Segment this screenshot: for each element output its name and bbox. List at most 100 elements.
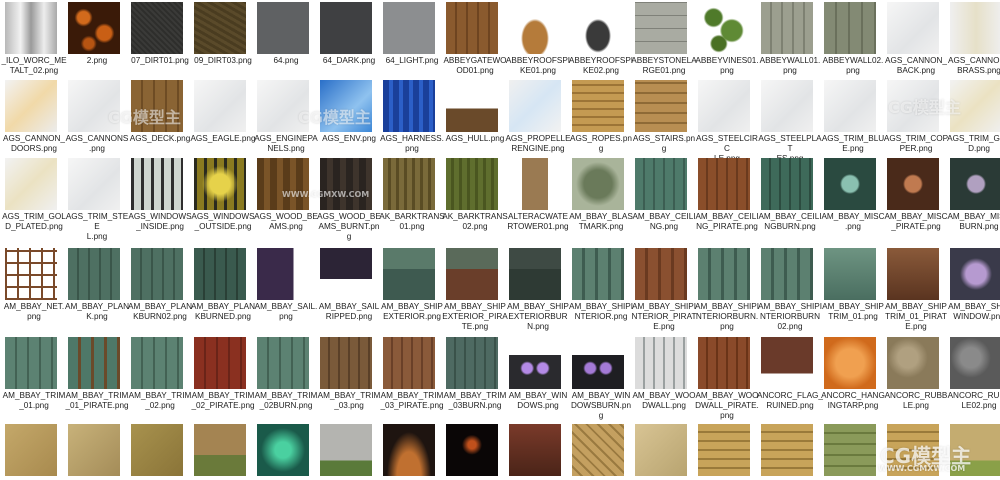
texture-file-item[interactable]: 64_LIGHT.png — [383, 2, 446, 82]
texture-file-item[interactable]: 07_DIRT01.png — [131, 2, 194, 82]
texture-file-item[interactable]: AGS_TRIM_GOL D_PLATED.png — [2, 158, 68, 238]
texture-file-item[interactable] — [446, 424, 509, 480]
texture-file-item[interactable]: AM_BBAY_WOO DWALL.png — [632, 337, 698, 417]
watermark-url: WWW.CGMXW.COM — [878, 464, 966, 473]
texture-file-item[interactable]: ABBEYROOFSPI KE01.png — [506, 2, 572, 82]
texture-file-item[interactable]: ABBEYSTONELA RGE01.png — [631, 2, 698, 82]
texture-file-item[interactable] — [131, 424, 194, 480]
texture-file-item[interactable]: AGS_CANNON_ BACK.png — [885, 2, 950, 82]
texture-file-item[interactable]: AM_BBAY_PLAN KBURN02.png — [128, 248, 194, 328]
texture-file-item[interactable] — [761, 424, 824, 480]
texture-file-item[interactable]: AK_BARKTRANS 01.png — [379, 158, 446, 238]
texture-thumbnail — [131, 158, 183, 210]
texture-file-item[interactable]: AM_BBAY_SHIPI NTERIOR.png — [569, 248, 635, 328]
texture-file-item[interactable]: ABBEYROOFSPI KE02.png — [569, 2, 635, 82]
texture-file-item[interactable]: AM_BBAY_TRIM _02_PIRATE.png — [191, 337, 257, 417]
texture-file-item[interactable]: AM_BBAY_BLAS TMARK.png — [569, 158, 635, 238]
texture-thumbnail — [320, 248, 372, 300]
texture-file-item[interactable]: AGS_ROPES.pn g — [570, 80, 635, 160]
texture-file-item[interactable]: ABBEYGATEWO OD01.png — [443, 2, 509, 82]
texture-file-item[interactable]: AM_BBAY_CEILI NG.png — [632, 158, 698, 238]
texture-file-item[interactable]: AM_BBAY_WIN DOWS.png — [509, 337, 572, 417]
texture-file-item[interactable]: AM_BBAY_TRIM _02.png — [129, 337, 194, 417]
texture-file-item[interactable]: AGS_STAIRS.pn g — [633, 80, 698, 160]
texture-file-item[interactable]: AGS_WINDOWS _INSIDE.png — [128, 158, 194, 238]
file-name-label: 64.png — [273, 56, 299, 65]
texture-file-item[interactable]: AGS_HULL.png — [446, 80, 509, 160]
file-name-label: AGS_TRIM_BLU E.png — [821, 134, 885, 153]
texture-file-item[interactable]: AM_BBAY_TRIM _01.png — [3, 337, 68, 417]
texture-file-item[interactable]: AM_BBAY_WOO DWALL_PIRATE. png — [695, 337, 761, 420]
texture-file-item[interactable]: AM_BBAY_SAIL. png — [255, 248, 320, 328]
texture-file-item[interactable]: AM_BBAY_TRIM _03BURN.png — [444, 337, 509, 417]
texture-file-item[interactable]: AGS_TRIM_STEE L.png — [66, 158, 131, 241]
texture-file-item[interactable]: AM_BBAY_SHIP EXTERIORBUR N.png — [507, 248, 572, 331]
texture-thumbnail — [887, 158, 939, 210]
texture-file-item[interactable]: AM_BBAY_PLAN KBURNED.png — [191, 248, 257, 328]
texture-file-item[interactable]: AGS_STEELPLAT ES.png — [758, 80, 824, 163]
texture-file-item[interactable] — [635, 424, 698, 480]
texture-file-item[interactable]: ANCORC_FLAG_ RUINED.png — [757, 337, 824, 417]
texture-file-item[interactable]: AM_BBAY_CEILI NGBURN.png — [758, 158, 824, 238]
texture-file-item[interactable]: AGS_PROPELLE RENGINE.png — [505, 80, 572, 160]
texture-file-item[interactable] — [68, 424, 131, 480]
texture-file-item[interactable]: AGS_TRIM_BLU E.png — [822, 80, 887, 160]
texture-file-item[interactable]: AGS_HARNESS. png — [380, 80, 446, 160]
texture-file-item[interactable]: AGS_CANNON_ DOORS.png — [3, 80, 68, 160]
texture-file-item[interactable]: AGS_WINDOWS _OUTSIDE.png — [191, 158, 257, 238]
texture-file-item[interactable] — [194, 424, 257, 480]
texture-thumbnail — [257, 337, 309, 389]
texture-file-item[interactable]: ANCORC_RUBB LE.png — [885, 337, 950, 417]
texture-file-item[interactable]: ABBEYWALL01. png — [760, 2, 824, 82]
texture-file-item[interactable]: 64_DARK.png — [320, 2, 383, 82]
texture-file-item[interactable]: AM_BBAY_SHIP WINDOW.png — [948, 248, 1000, 328]
texture-file-item[interactable]: 09_DIRT03.png — [194, 2, 257, 82]
file-name-label: 64_LIGHT.png — [385, 56, 439, 65]
texture-file-item[interactable]: AM_BBAY_SHIPI NTERIORBURN 02.png — [758, 248, 824, 331]
texture-file-item[interactable]: AM_BBAY_MISC BURN.png — [947, 158, 1000, 238]
texture-file-item[interactable]: AM_BBAY_TRIM _03.png — [318, 337, 383, 417]
texture-file-item[interactable]: AGS_CANNON_ BRASS.png — [948, 2, 1000, 82]
texture-file-item[interactable]: AM_BBAY_SHIP TRIM_01_PIRAT E.png — [885, 248, 950, 331]
texture-file-item[interactable]: 2.png — [68, 2, 131, 82]
file-name-label: 07_DIRT01.png — [131, 56, 189, 65]
texture-thumbnail — [824, 337, 876, 389]
texture-file-item[interactable]: ALTERACWATE RTOWER01.png — [507, 158, 572, 238]
texture-file-item[interactable] — [698, 424, 761, 480]
texture-file-item[interactable] — [383, 424, 446, 480]
texture-file-item[interactable]: AM_BBAY_SAIL RIPPED.png — [319, 248, 383, 328]
texture-file-item[interactable] — [572, 424, 635, 480]
texture-thumbnail — [5, 80, 57, 132]
texture-file-item[interactable]: AM_BBAY_SHIP TRIM_01.png — [822, 248, 887, 328]
texture-file-item[interactable]: AM_BBAY_PLAN K.png — [65, 248, 131, 328]
texture-file-item[interactable]: AM_BBAY_SHIPI NTERIORBURN. png — [695, 248, 761, 331]
texture-file-item[interactable]: AM_BBAY_TRIM _02BURN.png — [255, 337, 320, 417]
texture-thumbnail — [383, 80, 435, 132]
texture-file-item[interactable]: AGS_TRIM_GOL D.png — [947, 80, 1000, 160]
texture-file-item[interactable]: ANCORC_HANG INGTARP.png — [821, 337, 887, 417]
texture-file-item[interactable]: AM_BBAY_WIN DOWSBURN.pn g — [571, 337, 635, 420]
texture-thumbnail — [446, 337, 498, 389]
texture-file-item[interactable]: AGS_EAGLE.png — [190, 80, 257, 160]
texture-file-item[interactable] — [509, 424, 572, 480]
texture-file-item[interactable]: 64.png — [257, 2, 320, 82]
texture-file-item[interactable]: AM_BBAY_MISC .png — [821, 158, 887, 238]
texture-file-item[interactable]: AGS_STEELCIRC LE.png — [696, 80, 761, 163]
texture-file-item[interactable]: _ILO_WORC_ME TALT_02.png — [1, 2, 68, 82]
texture-file-item[interactable]: AM_BBAY_TRIM _01_PIRATE.png — [65, 337, 131, 417]
texture-file-item[interactable]: AK_BARKTRANS 02.png — [442, 158, 509, 238]
texture-file-item[interactable]: AM_BBAY_MISC _PIRATE.png — [884, 158, 950, 238]
texture-file-item[interactable]: AM_BBAY_SHIP EXTERIOR.png — [381, 248, 446, 328]
texture-file-item[interactable] — [320, 424, 383, 480]
texture-file-item[interactable]: ABBEYWALL02. png — [823, 2, 887, 82]
texture-file-item[interactable]: AM_BBAY_SHIP EXTERIOR_PIRA TE.png — [442, 248, 509, 331]
texture-file-item[interactable]: ANCORC_RUBB LE02.png — [948, 337, 1000, 417]
texture-file-item[interactable]: AM_BBAY_CEILI NG_PIRATE.png — [695, 158, 761, 238]
texture-file-item[interactable] — [257, 424, 320, 480]
texture-file-item[interactable]: ABBEYVINES01. png — [695, 2, 761, 82]
texture-file-item[interactable]: AM_BBAY_NET. png — [4, 248, 68, 328]
texture-file-item[interactable]: AM_BBAY_SHIPI NTERIOR_PIRAT E.png — [632, 248, 698, 331]
texture-file-item[interactable]: AGS_TRIM_COP PER.png — [884, 80, 950, 160]
texture-file-item[interactable]: AM_BBAY_TRIM _03_PIRATE.png — [380, 337, 446, 417]
texture-file-item[interactable] — [5, 424, 68, 480]
